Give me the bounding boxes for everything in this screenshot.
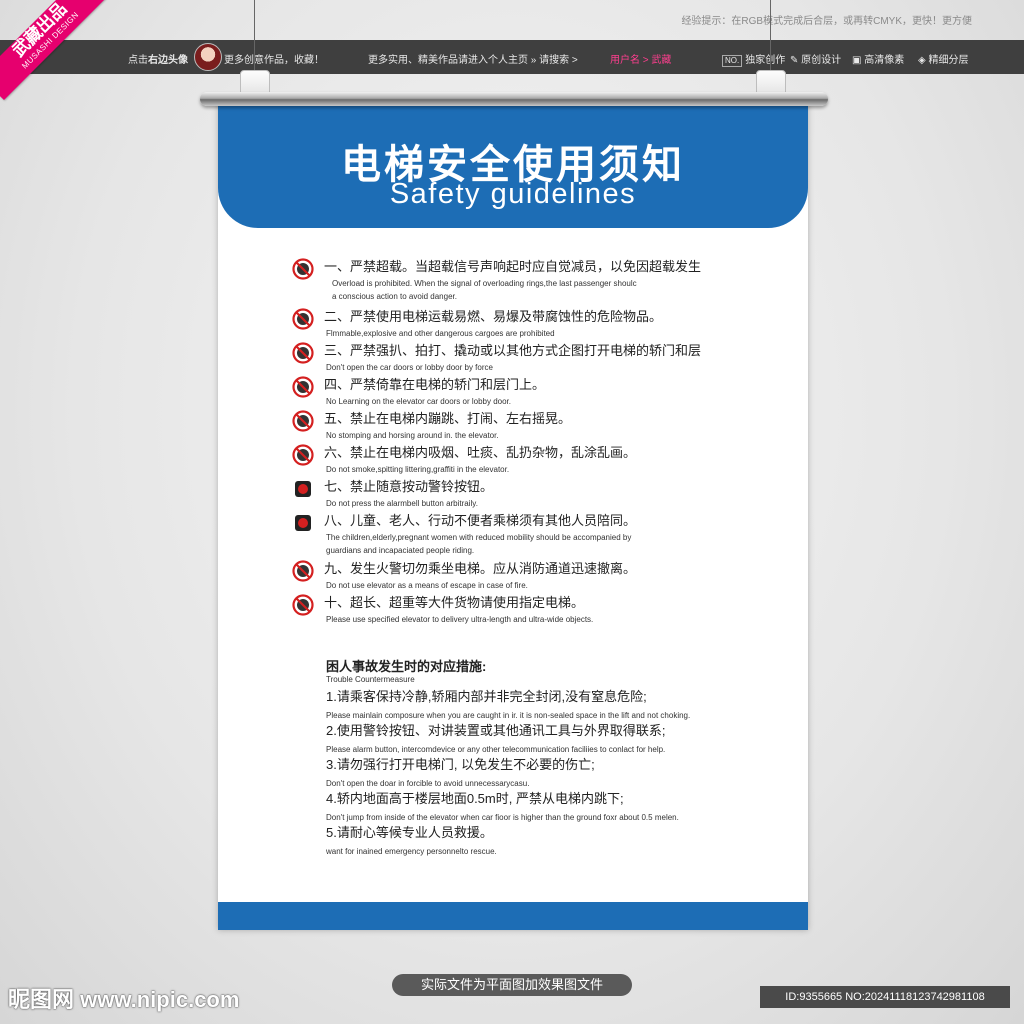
no-force-door-icon — [292, 342, 314, 364]
rule-english: Do not use elevator as a means of escape… — [326, 581, 528, 590]
file-caption: 实际文件为平面图加效果图文件 — [392, 974, 632, 996]
rule-text: 八、儿童、老人、行动不便者乘梯须有其他人员陪同。 — [324, 513, 637, 528]
rule-text: 二、严禁使用电梯运载易燃、易爆及带腐蚀性的危险物品。 — [324, 309, 663, 324]
poster-footer-band — [218, 902, 808, 930]
rule-english: Flmmable,explosive and other dangerous c… — [326, 329, 555, 338]
poster: 电梯安全使用须知 Safety guidelines 一、严禁超载。当超载信号声… — [218, 100, 808, 930]
layers-icon: ◈ — [918, 55, 926, 66]
measure-english: Please alarm button, intercomdevice or a… — [326, 745, 666, 754]
measure-item: 1.请乘客保持冷静,轿厢内部并非完全封闭,没有窒息危险; Please main… — [326, 688, 690, 721]
measures-subtitle: Trouble Countermeasure — [326, 675, 415, 684]
rule-text: 三、严禁强扒、拍打、撬动或以其他方式企图打开电梯的轿门和层 — [324, 343, 702, 358]
rule-text: 十、超长、超重等大件货物请使用指定电梯。 — [324, 595, 585, 610]
original-label: ✎ 原创设计 — [790, 55, 842, 66]
site-logo: 昵图网 www.nipic.com — [8, 987, 240, 1012]
image-id: ID:9355665 NO:20241118123742981108 — [760, 986, 1010, 1008]
info-bar: 点击右边头像 更多创意作品，收藏！ 更多实用、精美作品请进入个人主页 » 请搜索… — [0, 40, 1024, 74]
hanging-wire-right — [770, 0, 771, 80]
measure-item: 5.请耐心等候专业人员救援。 want for inained emergenc… — [326, 824, 497, 857]
rule-text: 一、严禁超载。当超载信号声响起时应自觉减员，以免因超载发生 — [324, 259, 702, 274]
image-icon: ▣ — [852, 55, 862, 66]
click-avatar-text: 点击右边头像 — [128, 55, 188, 66]
no-leaning-icon — [292, 376, 314, 398]
no-overload-icon — [292, 258, 314, 280]
measure-text: 3.请勿强行打开电梯门, 以免发生不必要的伤亡; — [326, 757, 595, 772]
measure-english: Don't open the doar in forcible to avoid… — [326, 779, 530, 788]
more-works-text: 更多创意作品，收藏！ — [224, 55, 324, 66]
no-alarm-press-icon — [295, 481, 311, 497]
hanging-rod — [200, 92, 828, 106]
measure-item: 3.请勿强行打开电梯门, 以免发生不必要的伤亡; Don't open the … — [326, 756, 595, 789]
exclusive-label: NO. 独家创作 — [722, 51, 785, 67]
measure-text: 4.轿内地面高于楼层地面0.5m时, 严禁从电梯内跳下; — [326, 791, 624, 806]
poster-header: 电梯安全使用须知 Safety guidelines — [218, 100, 808, 228]
measure-text: 1.请乘客保持冷静,轿厢内部并非完全封闭,没有窒息危险; — [326, 689, 647, 704]
measure-english: want for inained emergency personnelto r… — [326, 847, 497, 856]
rule-text: 五、禁止在电梯内蹦跳、打闹、左右摇晃。 — [324, 411, 572, 426]
pencil-icon: ✎ — [790, 55, 799, 66]
no-elevator-fire-icon — [292, 560, 314, 582]
rule-english: Do not press the alarmbell button arbitr… — [326, 499, 478, 508]
hd-label: ▣ 高清像素 — [852, 55, 905, 66]
rule-text: 七、禁止随意按动警铃按钮。 — [324, 479, 494, 494]
hanging-wire-left — [254, 0, 255, 80]
measures-title: 困人事故发生时的对应措施: — [326, 659, 487, 674]
measure-text: 2.使用警铃按钮、对讲装置或其他通讯工具与外界取得联系; — [326, 723, 666, 738]
measure-item: 4.轿内地面高于楼层地面0.5m时, 严禁从电梯内跳下; Don't jump … — [326, 790, 679, 823]
no-smoking-icon — [292, 444, 314, 466]
rule-english: guardians and incapaciated people riding… — [326, 546, 475, 555]
rule-text: 九、发生火警切勿乘坐电梯。应从消防通道迅速撤离。 — [324, 561, 637, 576]
layers-label: ◈ 精细分层 — [918, 55, 969, 66]
search-user-link[interactable]: 用户名 > 武藏 — [610, 51, 671, 66]
no-badge: NO. — [722, 55, 743, 67]
no-flammable-icon — [292, 308, 314, 330]
measure-english: Please mainlain composure when you are c… — [326, 711, 691, 720]
measure-english: Don't jump from inside of the elevator w… — [326, 813, 679, 822]
oversize-cargo-icon — [292, 594, 314, 616]
top-hint: 经验提示：在RGB模式完成后合层，或再转CMYK，更快！更方便 — [681, 16, 972, 27]
accompany-icon — [295, 515, 311, 531]
no-jumping-icon — [292, 410, 314, 432]
rule-english: Overload is prohibited. When the signal … — [332, 279, 637, 288]
search-hint: 更多实用、精美作品请进入个人主页 » 请搜索 > — [368, 55, 578, 66]
rule-english: Do not smoke,spitting littering,graffiti… — [326, 465, 510, 474]
poster-subtitle: Safety guidelines — [389, 178, 637, 210]
rule-english: Don't open the car doors or lobby door b… — [326, 363, 493, 372]
rule-english: a conscious action to avoid danger. — [332, 292, 457, 301]
measure-text: 5.请耐心等候专业人员救援。 — [326, 825, 493, 840]
measure-item: 2.使用警铃按钮、对讲装置或其他通讯工具与外界取得联系; Please alar… — [326, 722, 665, 755]
rule-english: No Learning on the elevator car doors or… — [326, 397, 512, 406]
rule-english: Please use specified elevator to deliver… — [326, 615, 594, 624]
avatar[interactable] — [194, 43, 222, 71]
rule-english: No stomping and horsing around in. the e… — [326, 431, 499, 440]
rule-english: The children,elderly,pregnant women with… — [326, 533, 632, 542]
rule-text: 四、严禁倚靠在电梯的轿门和层门上。 — [324, 377, 546, 392]
rule-text: 六、禁止在电梯内吸烟、吐痰、乱扔杂物，乱涂乱画。 — [324, 445, 637, 460]
